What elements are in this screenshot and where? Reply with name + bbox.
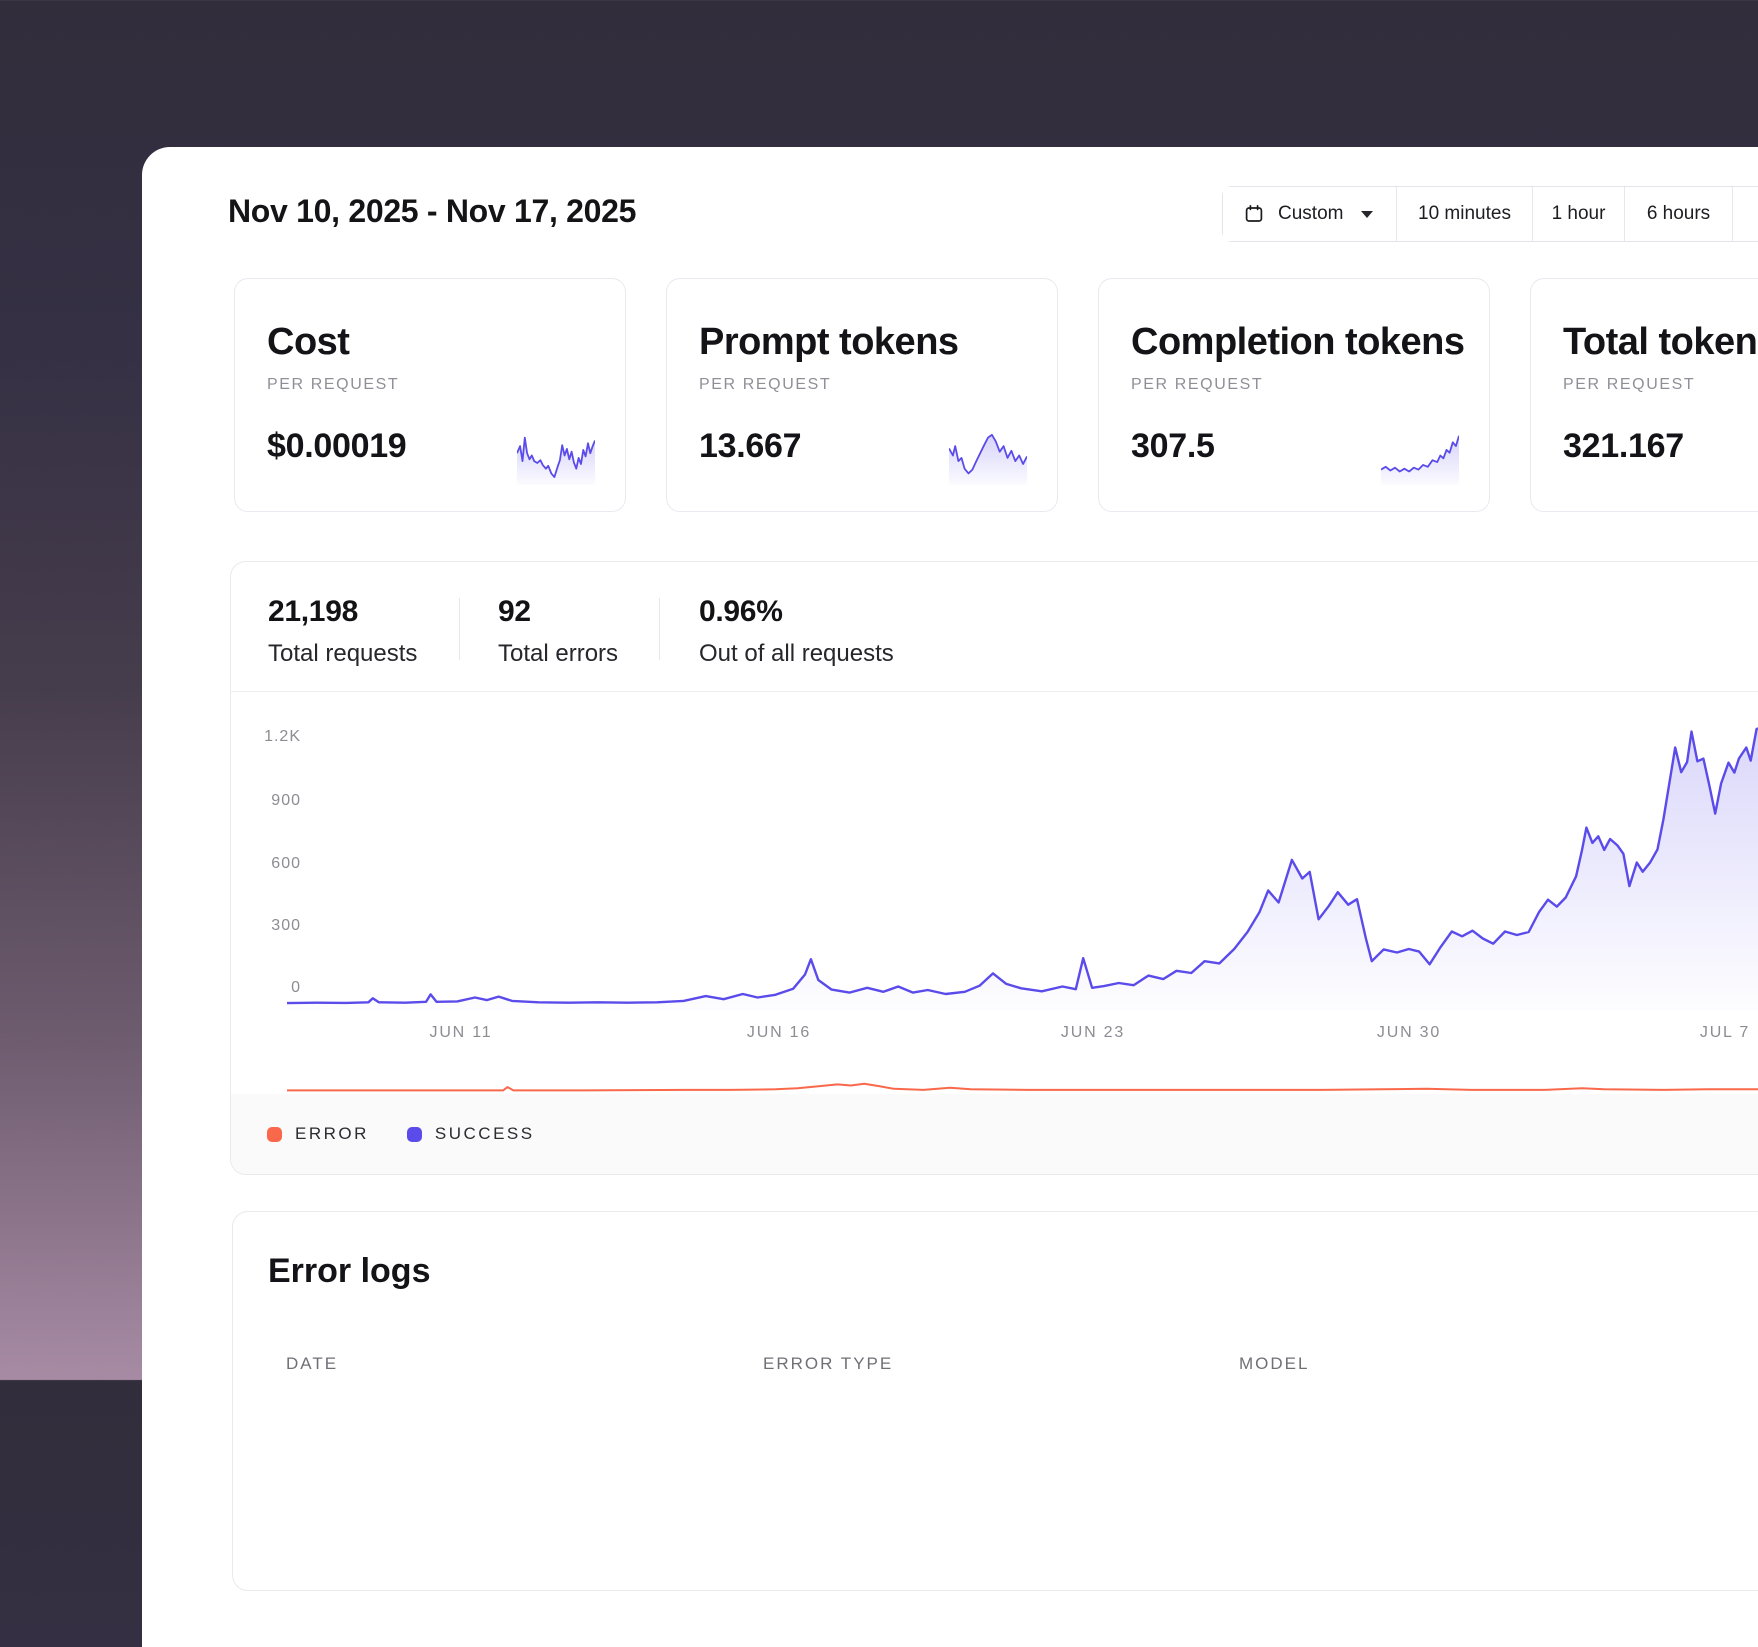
dashboard-sheet: Nov 10, 2025 - Nov 17, 2025 Custom 10 mi… bbox=[142, 147, 1758, 1647]
error-legend-swatch bbox=[267, 1127, 282, 1142]
stat-card-subtitle: PER REQUEST bbox=[699, 376, 1027, 394]
x-axis-tick: JUN 23 bbox=[1023, 1024, 1163, 1042]
page-title: Nov 10, 2025 - Nov 17, 2025 bbox=[228, 193, 636, 230]
stat-card-subtitle: PER REQUEST bbox=[1131, 376, 1459, 394]
success-legend-label: SUCCESS bbox=[435, 1124, 535, 1144]
x-axis-tick: JUL 7 bbox=[1655, 1024, 1758, 1042]
error-logs-title: Error logs bbox=[268, 1252, 430, 1291]
stat-card-subtitle: PER REQUEST bbox=[1563, 376, 1758, 394]
calendar-icon bbox=[1244, 204, 1264, 224]
legend-item-success: SUCCESS bbox=[407, 1124, 535, 1144]
requests-chart-card: 21,198 Total requests 92 Total errors 0.… bbox=[230, 561, 1758, 1175]
legend-item-error: ERROR bbox=[267, 1124, 369, 1144]
column-header-date: DATE bbox=[286, 1354, 338, 1374]
stat-card-title: Completion tokens bbox=[1131, 323, 1459, 363]
range-6-hours-button[interactable]: 6 hours bbox=[1624, 187, 1732, 241]
success-area-chart bbox=[287, 701, 1758, 1011]
error-logs-card: Error logs DATE ERROR TYPE MODEL bbox=[232, 1211, 1758, 1591]
prompt-tokens-sparkline-chart bbox=[949, 429, 1027, 485]
x-axis-tick: JUN 16 bbox=[709, 1024, 849, 1042]
total-errors-label: Total errors bbox=[498, 640, 618, 668]
stat-card-prompt-tokens: Prompt tokens PER REQUEST 13.667 bbox=[666, 278, 1058, 512]
total-requests-label: Total requests bbox=[268, 640, 417, 668]
column-header-error-type: ERROR TYPE bbox=[763, 1354, 893, 1374]
custom-range-label: Custom bbox=[1278, 203, 1343, 225]
chart-header-divider bbox=[231, 691, 1758, 692]
summary-divider bbox=[659, 598, 660, 660]
stat-card-title: Total tokens bbox=[1563, 323, 1758, 363]
error-rate-stat: 0.96% Out of all requests bbox=[699, 595, 894, 668]
range-1-hour-button[interactable]: 1 hour bbox=[1532, 187, 1624, 241]
stat-card-completion-tokens: Completion tokens PER REQUEST 307.5 bbox=[1098, 278, 1490, 512]
stat-card-value: 321.167 bbox=[1563, 427, 1758, 466]
summary-divider bbox=[459, 598, 460, 660]
x-axis-tick: JUN 30 bbox=[1339, 1024, 1479, 1042]
time-range-toolbar: Custom 10 minutes 1 hour 6 hours 1 day bbox=[1222, 186, 1758, 242]
range-10-minutes-button[interactable]: 10 minutes bbox=[1396, 187, 1532, 241]
x-axis-tick: JUN 11 bbox=[391, 1024, 531, 1042]
custom-range-button[interactable]: Custom bbox=[1223, 187, 1396, 241]
total-requests-value: 21,198 bbox=[268, 595, 417, 629]
success-legend-swatch bbox=[407, 1127, 422, 1142]
error-legend-label: ERROR bbox=[295, 1124, 369, 1144]
stat-cards-row: Cost PER REQUEST $0.00019 Prompt tokens … bbox=[234, 278, 1758, 512]
chevron-down-icon bbox=[1361, 211, 1373, 218]
total-errors-stat: 92 Total errors bbox=[498, 595, 618, 668]
stat-card-title: Prompt tokens bbox=[699, 323, 1027, 363]
stat-card-cost: Cost PER REQUEST $0.00019 bbox=[234, 278, 626, 512]
app-background: { "header": { "date_range": "Nov 10, 202… bbox=[0, 0, 1758, 1380]
stat-card-title: Cost bbox=[267, 323, 595, 363]
total-errors-value: 92 bbox=[498, 595, 618, 629]
completion-tokens-sparkline-chart bbox=[1381, 429, 1459, 485]
stat-card-subtitle: PER REQUEST bbox=[267, 376, 595, 394]
chart-legend: ERROR SUCCESS bbox=[231, 1094, 1758, 1174]
error-rate-value: 0.96% bbox=[699, 595, 894, 629]
error-line-chart bbox=[287, 1077, 1758, 1095]
cost-sparkline-chart bbox=[517, 429, 595, 485]
stat-card-total-tokens: Total tokens PER REQUEST 321.167 bbox=[1530, 278, 1758, 512]
range-1-day-button[interactable]: 1 day bbox=[1732, 187, 1758, 241]
total-requests-stat: 21,198 Total requests bbox=[268, 595, 417, 668]
column-header-model: MODEL bbox=[1239, 1354, 1309, 1374]
error-rate-label: Out of all requests bbox=[699, 640, 894, 668]
